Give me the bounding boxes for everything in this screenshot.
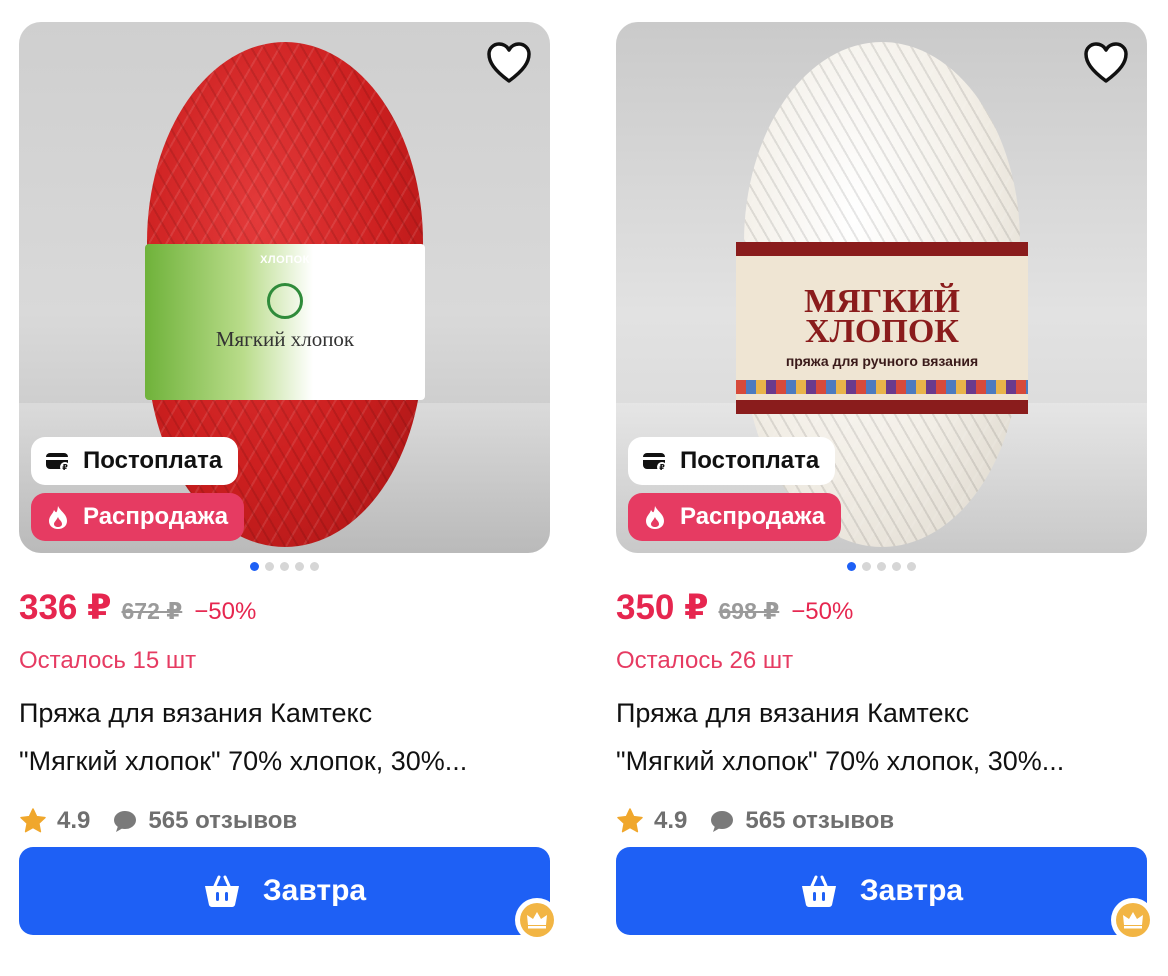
- yarn-label: МЯГКИЙ ХЛОПОК пряжа для ручного вязания: [736, 242, 1028, 414]
- heart-icon[interactable]: [1083, 42, 1129, 84]
- old-price: 698 ₽: [718, 598, 780, 624]
- product-title-line[interactable]: Пряжа для вязания Камтекс: [19, 689, 550, 737]
- gallery-dot[interactable]: [862, 562, 871, 571]
- product-title[interactable]: Пряжа для вязания Камтекс "Мягкий хлопок…: [616, 689, 1147, 785]
- add-to-cart-button[interactable]: Завтра: [616, 847, 1147, 935]
- buy-button-label: Завтра: [859, 874, 964, 907]
- flame-icon: [49, 506, 67, 529]
- product-card[interactable]: ХЛОПОК Мягкий хлопок ₽ Постоплата Распро…: [19, 22, 550, 835]
- label-pattern-stripe: [736, 380, 1028, 394]
- price-row: 336 ₽ 672 ₽ −50%: [19, 588, 550, 628]
- discount-percent: −50%: [791, 598, 854, 625]
- stock-left: Осталось 15 шт: [19, 647, 197, 674]
- discount-percent: −50%: [194, 598, 257, 625]
- rating-value: 4.9: [654, 807, 688, 834]
- gallery-dot[interactable]: [892, 562, 901, 571]
- product-card[interactable]: МЯГКИЙ ХЛОПОК пряжа для ручного вязания …: [616, 22, 1147, 835]
- premium-badge: [1111, 898, 1155, 942]
- gallery-dots[interactable]: [616, 562, 1147, 572]
- gallery-dot[interactable]: [265, 562, 274, 571]
- price-row: 350 ₽ 698 ₽ −50%: [616, 588, 1147, 628]
- product-photo[interactable]: ХЛОПОК Мягкий хлопок ₽ Постоплата Распро…: [19, 22, 550, 553]
- gallery-dots[interactable]: [19, 562, 550, 572]
- postpay-label: Постоплата: [680, 447, 820, 474]
- gallery-dot[interactable]: [280, 562, 289, 571]
- yarn-label-name: Мягкий хлопок: [215, 326, 355, 351]
- product-title-line[interactable]: Пряжа для вязания Камтекс: [616, 689, 1147, 737]
- basket-icon: [801, 875, 836, 907]
- gallery-dot[interactable]: [907, 562, 916, 571]
- product-title-line[interactable]: "Мягкий хлопок" 70% хлопок, 30%...: [19, 737, 550, 785]
- product-title-line[interactable]: "Мягкий хлопок" 70% хлопок, 30%...: [616, 737, 1147, 785]
- yarn-label-subtitle: пряжа для ручного вязания: [785, 353, 979, 369]
- rating-row[interactable]: 4.9 565 отзывов: [19, 807, 550, 835]
- star-icon: [617, 808, 643, 833]
- brand-logo-icon: [267, 282, 303, 319]
- reviews-count: 565 отзывов: [745, 807, 895, 834]
- chat-bubble-icon: [711, 811, 734, 832]
- sale-badge: Распродажа: [31, 493, 245, 541]
- gallery-dot[interactable]: [295, 562, 304, 571]
- buy-button-label: Завтра: [262, 874, 367, 907]
- add-to-cart-button[interactable]: Завтра: [19, 847, 550, 935]
- svg-text:₽: ₽: [659, 463, 665, 472]
- svg-text:₽: ₽: [62, 463, 68, 472]
- rating-value: 4.9: [57, 807, 91, 834]
- gallery-dot[interactable]: [847, 562, 856, 571]
- yarn-label-title: МЯГКИЙ ХЛОПОК: [804, 283, 960, 350]
- rating-row[interactable]: 4.9 565 отзывов: [616, 807, 1147, 835]
- wallet-icon: ₽: [46, 453, 70, 472]
- crown-icon: [527, 912, 547, 929]
- postpay-badge: ₽ Постоплата: [628, 437, 836, 485]
- product-title[interactable]: Пряжа для вязания Камтекс "Мягкий хлопок…: [19, 689, 550, 785]
- sale-label: Распродажа: [83, 503, 229, 530]
- flame-icon: [646, 506, 664, 529]
- heart-icon[interactable]: [486, 42, 532, 84]
- current-price: 350 ₽: [616, 588, 709, 627]
- premium-badge: [515, 898, 559, 942]
- old-price: 672 ₽: [121, 598, 183, 624]
- yarn-label-top: ХЛОПОК: [260, 254, 310, 266]
- sale-badge: Распродажа: [628, 493, 842, 541]
- wallet-icon: ₽: [643, 453, 667, 472]
- chat-bubble-icon: [114, 811, 137, 832]
- gallery-dot[interactable]: [877, 562, 886, 571]
- star-icon: [20, 808, 46, 833]
- basket-icon: [204, 875, 239, 907]
- crown-icon: [1123, 912, 1143, 929]
- sale-label: Распродажа: [680, 503, 826, 530]
- postpay-badge: ₽ Постоплата: [31, 437, 239, 485]
- gallery-dot[interactable]: [250, 562, 259, 571]
- stock-left: Осталось 26 шт: [616, 647, 794, 674]
- postpay-label: Постоплата: [83, 447, 223, 474]
- gallery-dot[interactable]: [310, 562, 319, 571]
- yarn-label: ХЛОПОК Мягкий хлопок: [145, 244, 425, 400]
- current-price: 336 ₽: [19, 588, 112, 627]
- reviews-count: 565 отзывов: [148, 807, 298, 834]
- product-photo[interactable]: МЯГКИЙ ХЛОПОК пряжа для ручного вязания …: [616, 22, 1147, 553]
